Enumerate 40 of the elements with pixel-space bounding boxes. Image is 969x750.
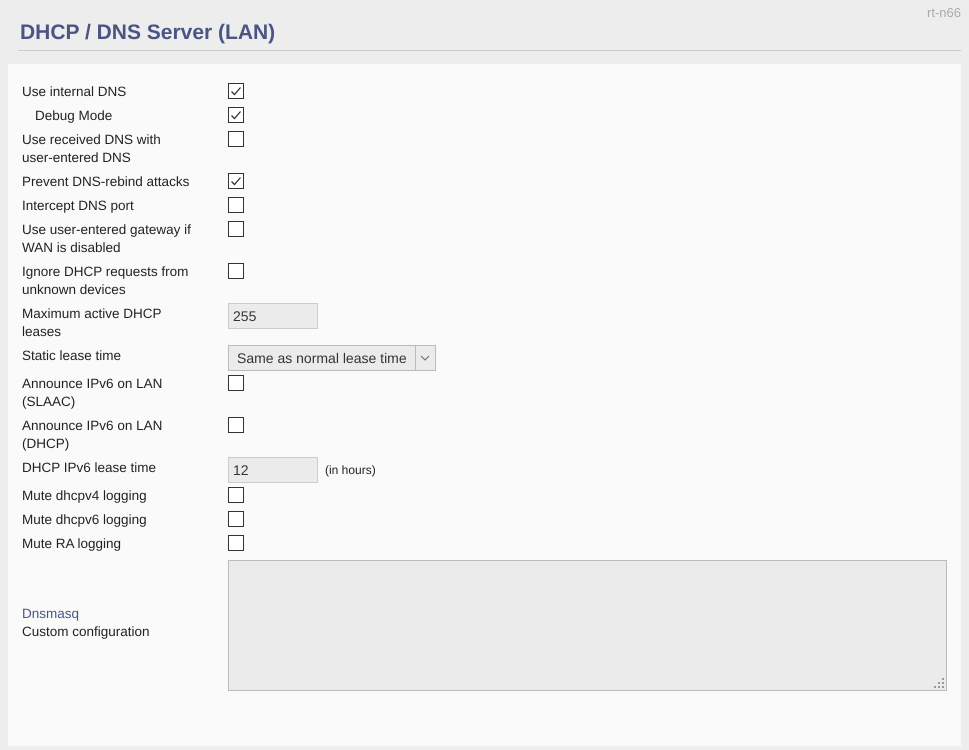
device-name: rt-n66: [927, 6, 961, 20]
checkbox[interactable]: [228, 173, 244, 189]
checkbox[interactable]: [228, 535, 244, 551]
chevron-down-icon: [420, 355, 430, 361]
checkbox[interactable]: [228, 197, 244, 213]
unit-label: (in hours): [325, 462, 376, 479]
field-label: DHCP IPv6 lease time: [22, 459, 158, 477]
field-label: Ignore DHCP requests from unknown devices: [22, 263, 190, 299]
field-label: Debug Mode: [34, 107, 114, 125]
checkbox[interactable]: [228, 221, 244, 237]
field-label: Announce IPv6 on LAN (SLAAC): [22, 375, 164, 411]
field-label: Intercept DNS port: [22, 197, 135, 215]
field-label: Maximum active DHCP leases: [22, 305, 162, 341]
checkbox[interactable]: [228, 375, 244, 391]
checkmark-icon: [230, 175, 242, 187]
resize-handle-icon: [934, 678, 944, 688]
field-label: Custom configuration: [22, 622, 151, 641]
field-label: Static lease time: [22, 347, 122, 365]
input-field[interactable]: 12: [228, 457, 318, 483]
field-label: Prevent DNS-rebind attacks: [22, 173, 190, 191]
checkbox[interactable]: [228, 487, 244, 503]
checkmark-icon: [230, 109, 242, 121]
checkmark-icon: [230, 85, 242, 97]
field-label: Mute RA logging: [22, 535, 122, 553]
checkbox[interactable]: [228, 263, 244, 279]
checkbox[interactable]: [228, 83, 244, 99]
field-label: Mute dhcpv6 logging: [22, 511, 148, 529]
field-label: Mute dhcpv4 logging: [22, 487, 148, 505]
dnsmasq-link[interactable]: Dnsmasq: [22, 604, 228, 622]
checkbox[interactable]: [228, 131, 244, 147]
checkbox[interactable]: [228, 107, 244, 123]
page-title: DHCP / DNS Server (LAN): [19, 20, 276, 46]
field-label: Announce IPv6 on LAN (DHCP): [22, 417, 164, 453]
checkbox[interactable]: [228, 511, 244, 527]
field-label: Use user-entered gateway if WAN is disabled: [22, 221, 192, 257]
field-label: Use received DNS with user-entered DNS: [22, 131, 162, 167]
input-field[interactable]: 255: [228, 303, 318, 329]
field-label: Use internal DNS: [22, 83, 128, 101]
dropdown[interactable]: Same as normal lease time: [228, 345, 436, 371]
checkbox[interactable]: [228, 417, 244, 433]
